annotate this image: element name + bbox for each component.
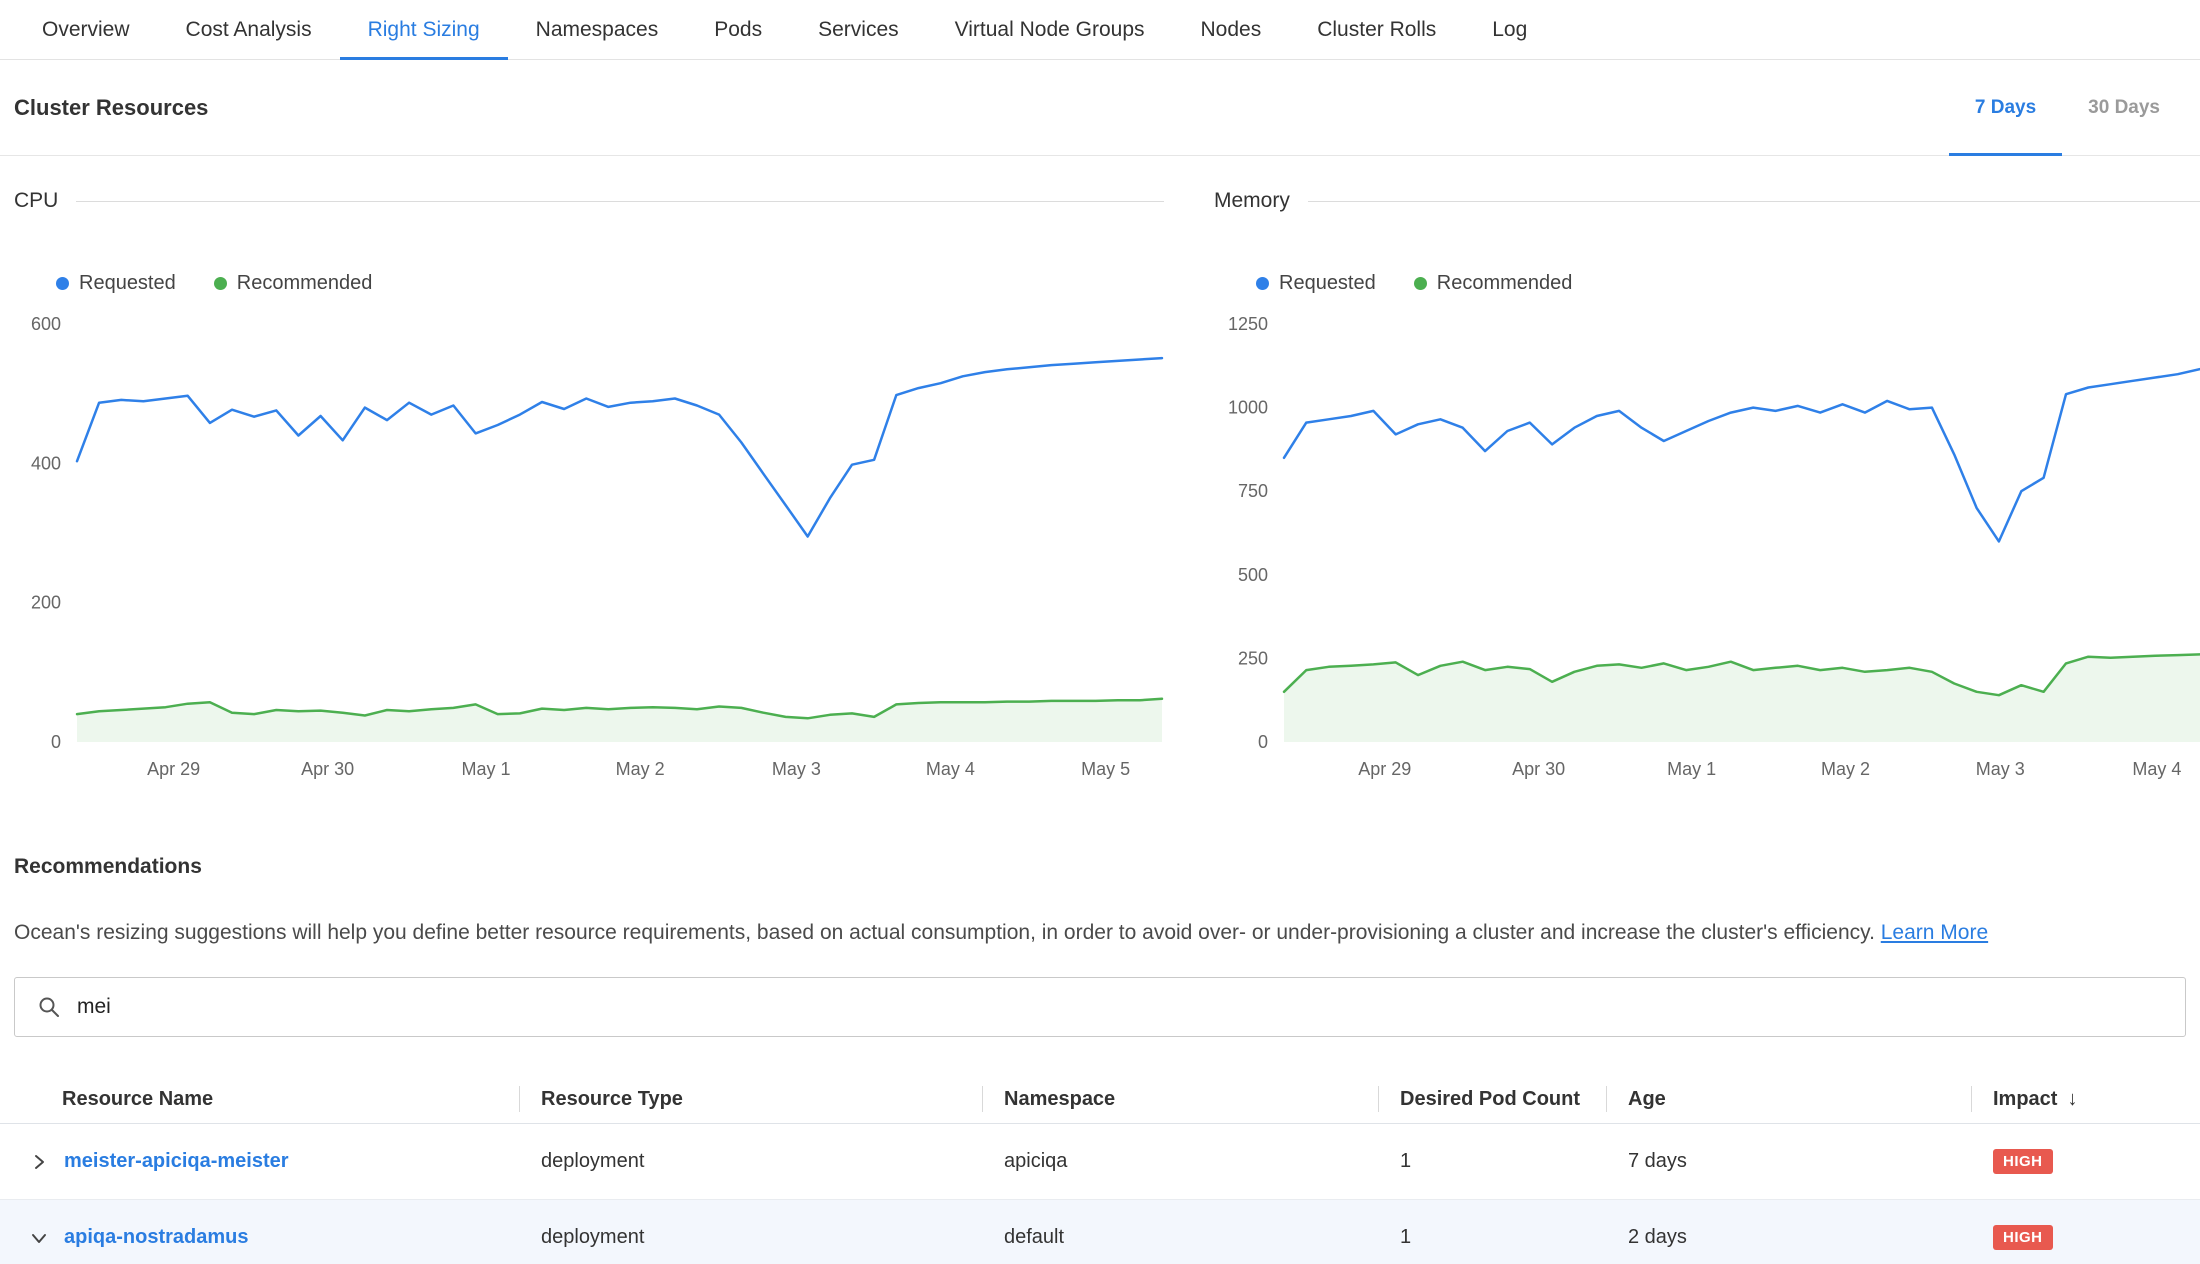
desired-pod-count-cell: 1	[1378, 1226, 1606, 1249]
col-age: Age	[1606, 1075, 1971, 1123]
cluster-resources-title: Cluster Resources	[14, 95, 208, 121]
legend-requested-label: Requested	[79, 272, 176, 295]
charts-row: CPU Requested Recommended 0 200 400 600 Apr …	[0, 156, 2200, 789]
legend-recommended[interactable]: Recommended	[1414, 272, 1573, 295]
impact-cell: HIGH	[1971, 1149, 2200, 1174]
tab-cost-analysis[interactable]: Cost Analysis	[158, 0, 340, 59]
svg-text:0: 0	[51, 732, 61, 752]
table-row[interactable]: meister-apiciqa-meister deployment apici…	[0, 1124, 2200, 1200]
svg-text:Apr 29: Apr 29	[1358, 759, 1411, 779]
cpu-chart-panel: CPU Requested Recommended 0 200 400 600 Apr …	[14, 186, 1164, 789]
tab-pods[interactable]: Pods	[686, 0, 790, 59]
legend-recommended[interactable]: Recommended	[214, 272, 373, 295]
recommended-dot-icon	[214, 277, 227, 290]
svg-text:May 1: May 1	[1667, 759, 1716, 779]
namespace-cell: apiciqa	[982, 1150, 1378, 1173]
svg-text:1250: 1250	[1228, 314, 1268, 334]
svg-text:Apr 30: Apr 30	[301, 759, 354, 779]
cpu-chart-legend: Requested Recommended	[56, 272, 1164, 295]
chevron-down-icon	[30, 1229, 48, 1247]
col-resource-name: Resource Name	[0, 1075, 519, 1123]
col-namespace: Namespace	[982, 1075, 1378, 1123]
svg-text:Apr 30: Apr 30	[1512, 759, 1565, 779]
svg-text:750: 750	[1238, 481, 1268, 501]
search-icon	[37, 995, 61, 1019]
svg-text:500: 500	[1238, 565, 1268, 585]
range-7-days[interactable]: 7 Days	[1949, 60, 2062, 155]
sort-desc-icon[interactable]: ↓	[2067, 1088, 2077, 1111]
age-cell: 2 days	[1606, 1226, 1971, 1249]
time-range-toggle: 7 Days 30 Days	[1949, 60, 2186, 155]
svg-text:May 4: May 4	[2132, 759, 2181, 779]
tab-services[interactable]: Services	[790, 0, 927, 59]
range-30-days[interactable]: 30 Days	[2062, 60, 2186, 155]
cpu-chart-title: CPU	[14, 189, 58, 213]
legend-recommended-label: Recommended	[237, 272, 373, 295]
search-input[interactable]	[77, 995, 2163, 1019]
tab-virtual-node-groups[interactable]: Virtual Node Groups	[927, 0, 1173, 59]
resource-type-cell: deployment	[519, 1150, 982, 1173]
recommended-dot-icon	[1414, 277, 1427, 290]
svg-text:600: 600	[31, 314, 61, 334]
memory-chart-title: Memory	[1214, 189, 1290, 213]
svg-text:250: 250	[1238, 648, 1268, 668]
tab-overview[interactable]: Overview	[14, 0, 158, 59]
col-resource-type: Resource Type	[519, 1075, 982, 1123]
resource-type-cell: deployment	[519, 1226, 982, 1249]
svg-text:May 5: May 5	[1081, 759, 1130, 779]
tab-log[interactable]: Log	[1464, 0, 1555, 59]
divider	[1308, 201, 2200, 202]
legend-recommended-label: Recommended	[1437, 272, 1573, 295]
top-tab-bar: Overview Cost Analysis Right Sizing Name…	[0, 0, 2200, 60]
tab-namespaces[interactable]: Namespaces	[508, 0, 687, 59]
legend-requested[interactable]: Requested	[56, 272, 176, 295]
impact-badge: HIGH	[1993, 1149, 2053, 1174]
memory-chart-panel: Memory Requested Recommended 0 250 500 750 1…	[1214, 186, 2200, 789]
tab-right-sizing[interactable]: Right Sizing	[340, 0, 508, 59]
col-desired-pod-count: Desired Pod Count	[1378, 1075, 1606, 1123]
resource-name-link[interactable]: apiqa-nostradamus	[64, 1226, 248, 1249]
desired-pod-count-cell: 1	[1378, 1150, 1606, 1173]
table-row[interactable]: apiqa-nostradamus deployment default 1 2…	[0, 1200, 2200, 1264]
svg-text:May 3: May 3	[772, 759, 821, 779]
legend-requested[interactable]: Requested	[1256, 272, 1376, 295]
memory-chart: 0 250 500 750 1000 1250 Apr 29 Apr 30 May 1 May 2…	[1214, 309, 2200, 789]
svg-text:1000: 1000	[1228, 398, 1268, 418]
divider	[76, 201, 1164, 202]
svg-text:May 2: May 2	[1821, 759, 1870, 779]
table-header: Resource Name Resource Type Namespace De…	[0, 1075, 2200, 1124]
svg-text:0: 0	[1258, 732, 1268, 752]
resource-name-link[interactable]: meister-apiciqa-meister	[64, 1150, 289, 1173]
search-box	[14, 977, 2186, 1037]
cluster-resources-header: Cluster Resources 7 Days 30 Days	[0, 60, 2200, 156]
svg-text:200: 200	[31, 593, 61, 613]
svg-text:May 4: May 4	[926, 759, 975, 779]
expand-row-button[interactable]	[24, 1147, 54, 1177]
impact-badge: HIGH	[1993, 1225, 2053, 1250]
impact-cell: HIGH	[1971, 1225, 2200, 1250]
memory-chart-legend: Requested Recommended	[1256, 272, 2200, 295]
svg-text:May 2: May 2	[616, 759, 665, 779]
cpu-chart: 0 200 400 600 Apr 29 Apr 30 May 1 May 2 May 3 May…	[14, 309, 1164, 789]
namespace-cell: default	[982, 1226, 1378, 1249]
col-impact[interactable]: Impact ↓	[1971, 1075, 2200, 1123]
svg-text:May 1: May 1	[461, 759, 510, 779]
tab-cluster-rolls[interactable]: Cluster Rolls	[1289, 0, 1464, 59]
svg-text:Apr 29: Apr 29	[147, 759, 200, 779]
learn-more-link[interactable]: Learn More	[1881, 921, 1988, 944]
legend-requested-label: Requested	[1279, 272, 1376, 295]
recommendations-description-text: Ocean's resizing suggestions will help y…	[14, 921, 1875, 944]
age-cell: 7 days	[1606, 1150, 1971, 1173]
requested-dot-icon	[1256, 277, 1269, 290]
svg-text:May 3: May 3	[1976, 759, 2025, 779]
chevron-right-icon	[30, 1153, 48, 1171]
collapse-row-button[interactable]	[24, 1223, 54, 1253]
recommendations-title: Recommendations	[14, 855, 2200, 879]
requested-dot-icon	[56, 277, 69, 290]
recommendations-description: Ocean's resizing suggestions will help y…	[14, 921, 2180, 945]
svg-text:400: 400	[31, 453, 61, 473]
tab-nodes[interactable]: Nodes	[1173, 0, 1290, 59]
